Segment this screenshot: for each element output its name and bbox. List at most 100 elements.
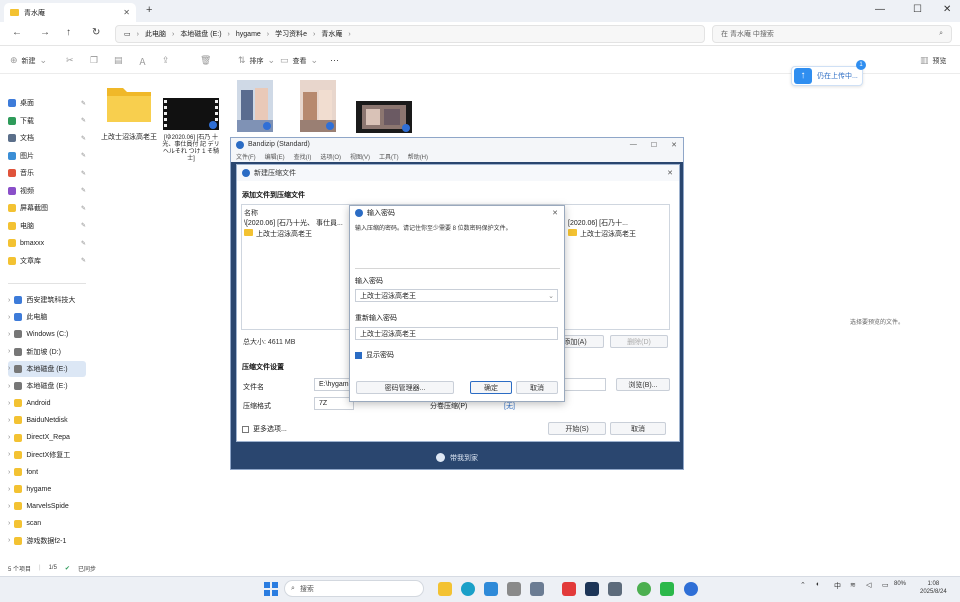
crumb-current[interactable]: 青水庵 [321,29,342,39]
bz-minimize-icon[interactable]: — [630,141,637,149]
sort-button[interactable]: ⇅ 排序 ⌄ [238,55,275,66]
chevron-right-icon[interactable]: › [8,537,10,544]
sidebar-item-quick[interactable]: 下载 ✎ [8,113,86,129]
close-tab-icon[interactable]: ✕ [123,8,130,17]
file-item-folder[interactable]: 上改士沼泳高老王 [98,82,160,142]
ok-button[interactable]: 确定 [470,381,512,394]
chevron-right-icon[interactable]: › [8,400,10,407]
sidebar-tree-item[interactable]: › DirectX修复工 [8,447,86,463]
format-select[interactable]: 7Z [314,397,354,410]
volume-icon[interactable]: ◁ [866,581,871,589]
checkbox-checked[interactable] [355,351,362,359]
sidebar-tree-item[interactable]: › hygame [8,481,86,497]
pw-close-icon[interactable]: ✕ [552,209,564,217]
dropdown-icon[interactable]: ⌄ [548,292,557,300]
bandizip-menu-item[interactable]: 编辑(E) [265,152,285,161]
breadcrumb[interactable]: ▭ › 此电脑 › 本地磁盘 (E:) › hygame › 学习资料e › 青… [115,25,705,43]
file-item-video[interactable]: [ゆ2020.06] [石乃 十光、事仕員付 記 デリヘルそれ つけ 1 そ騎士… [160,98,222,163]
file-row-3[interactable]: [2020.06] [石乃十... [568,218,628,228]
file-row-1[interactable]: \[2020.06] [石乃十光、 事仕員... [244,218,343,228]
cancel-button[interactable]: 取消 [610,422,666,435]
ime-icon[interactable]: 中 [834,581,841,591]
sidebar-tree-item[interactable]: › 此电脑 [8,309,86,325]
view-button[interactable]: ▭ 查看 ⌄ [280,55,318,66]
wifi-icon[interactable]: ≋ [850,581,856,589]
clock[interactable]: 1:08 2025/8/24 [920,580,947,596]
sidebar-tree-item[interactable]: › 西安建筑科技大 [8,292,86,308]
sidebar-tree-item[interactable]: › 游戏数据f2-1 [8,533,86,549]
sidebar-item-quick[interactable]: 视频 ✎ [8,183,86,199]
bandizip-bottom-label[interactable]: 带我到家 [450,453,478,463]
file-row-2[interactable]: 上改士沼泳高老王 [244,229,312,239]
chevron-right-icon[interactable]: › [8,383,10,390]
maximize-button[interactable]: ☐ [913,4,922,15]
chevron-right-icon[interactable]: › [8,503,10,510]
sidebar-tree-item[interactable]: › 本地磁盘 (E:) [8,360,86,377]
sidebar-item-quick[interactable]: 屏幕截图 ✎ [8,200,86,216]
app-icon-3[interactable] [608,582,622,596]
crumb-drive-e[interactable]: 本地磁盘 (E:) [180,29,221,39]
sidebar-item-quick[interactable]: 音乐 ✎ [8,165,86,181]
chevron-right-icon[interactable]: › [8,348,10,355]
sidebar-tree-item[interactable]: › DirectX_Repa [8,430,86,446]
sidebar-tree-item[interactable]: › Windows (C:) [8,326,86,342]
wechat-icon[interactable] [660,582,674,596]
sidebar-tree-item[interactable]: › scan [8,516,86,532]
delete-icon[interactable]: 🗑 [200,55,211,66]
wps-icon[interactable] [562,582,576,596]
file-item-image-1[interactable] [237,80,273,134]
search-input[interactable]: 在 青水庵 中搜索 ⌕ [712,25,952,43]
forward-icon[interactable]: → [40,27,50,38]
start-icon[interactable] [264,582,278,598]
confirm-password-input[interactable]: 上改士沼泳高老王 [355,327,558,340]
chevron-right-icon[interactable]: › [8,297,10,304]
bz-maximize-icon[interactable]: ☐ [651,141,657,149]
file-explorer-icon[interactable] [438,582,452,596]
chevron-right-icon[interactable]: › [8,451,10,458]
file-item-image-2[interactable] [300,80,336,134]
bandizip-taskbar-icon[interactable] [684,582,698,596]
edge-icon[interactable] [461,582,475,596]
browse-button[interactable]: 浏览(B)... [616,378,670,391]
tray-app-icon[interactable]: ◐ [816,581,820,588]
sidebar-tree-item[interactable]: › 本地磁盘 (E:) [8,378,86,394]
chevron-right-icon[interactable]: › [8,520,10,527]
app-icon[interactable] [507,582,521,596]
chevron-right-icon[interactable]: › [8,365,10,372]
app-icon-4[interactable] [637,582,651,596]
file-item-video-2[interactable] [356,101,412,135]
na-close-icon[interactable]: ✕ [667,169,679,177]
bandizip-menu-item[interactable]: 查找(I) [294,152,312,161]
sidebar-tree-item[interactable]: › BaiduNetdisk [8,412,86,428]
password-manager-button[interactable]: 密码管理器... [356,381,454,394]
share-icon[interactable]: ⇪ [162,55,170,66]
crumb-this-pc[interactable]: 此电脑 [145,29,166,39]
preview-button[interactable]: ▥ 预览 [920,55,947,66]
chevron-right-icon[interactable]: › [8,434,10,441]
new-tab-button[interactable]: + [146,4,152,16]
bandizip-menu-item[interactable]: 选项(O) [320,152,341,161]
cut-icon[interactable]: ✂ [66,55,74,66]
steam-icon[interactable] [585,582,599,596]
crumb-study[interactable]: 学习资料e [275,29,307,39]
tab-qingshuian[interactable]: 青水庵 ✕ [4,3,136,22]
store-icon[interactable] [484,582,498,596]
close-button[interactable]: ✕ [943,4,951,15]
chevron-right-icon[interactable]: › [8,331,10,338]
chevron-right-icon[interactable]: › [8,314,10,321]
upload-status[interactable]: ↑ 仍在上传中... [791,66,863,86]
sidebar-tree-item[interactable]: › font [8,464,86,480]
more-button[interactable]: ··· [330,55,339,65]
battery-icon[interactable]: ▭ [882,581,889,589]
sidebar-tree-item[interactable]: › MarvelsSpide [8,498,86,514]
bandizip-menu-item[interactable]: 文件(F) [236,152,256,161]
bandizip-menu-item[interactable]: 工具(T) [379,152,399,161]
remove-button[interactable]: 删除(D) [610,335,668,348]
tray-expand-icon[interactable]: ⌃ [800,581,806,589]
new-button[interactable]: ⊕ 新建 ⌄ [10,55,47,66]
crumb-hygame[interactable]: hygame [236,31,261,38]
copy-icon[interactable]: ❐ [90,55,98,66]
split-value[interactable]: [无] [504,401,515,411]
paste-icon[interactable]: ▤ [114,55,123,66]
sidebar-tree-item[interactable]: › 新加坡 (D:) [8,344,86,360]
